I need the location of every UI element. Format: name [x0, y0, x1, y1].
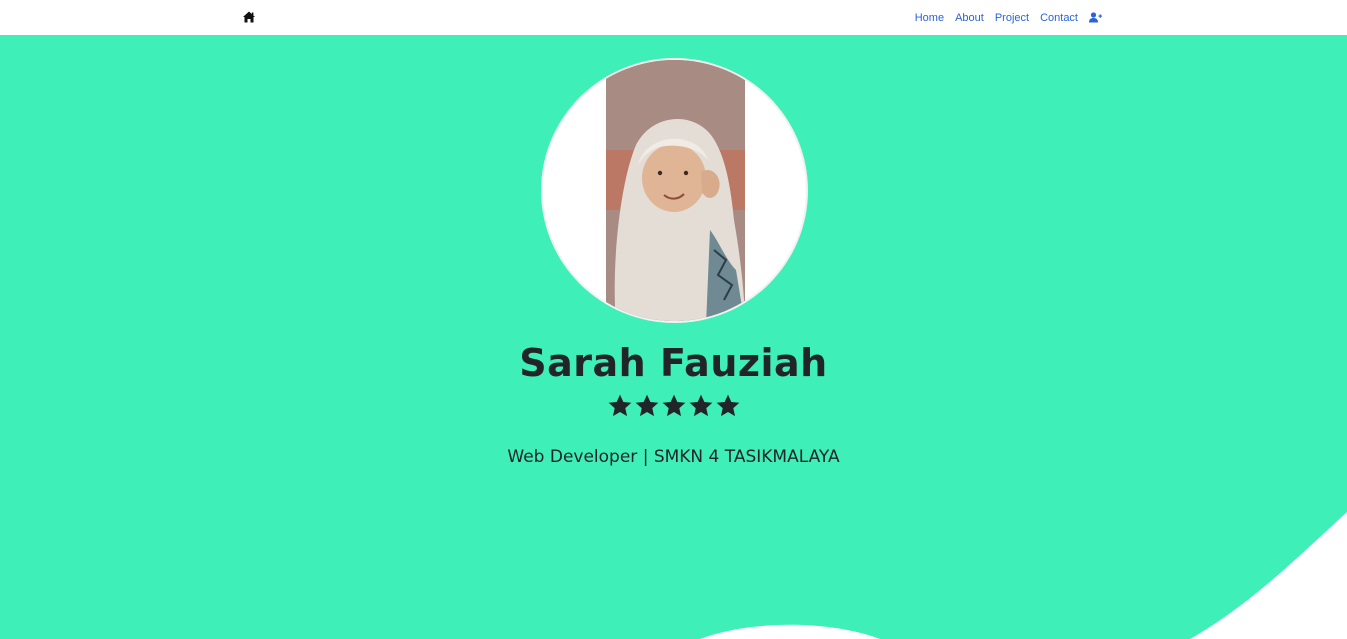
- profile-subtitle: Web Developer | SMKN 4 TASIKMALAYA: [507, 447, 840, 467]
- star-icon: [607, 393, 633, 419]
- navbar: Home About Project Contact: [0, 0, 1347, 35]
- nav-link-about[interactable]: About: [955, 12, 984, 24]
- profile-photo: [606, 60, 745, 321]
- avatar: [541, 58, 808, 323]
- user-plus-icon[interactable]: [1089, 12, 1102, 23]
- hero-section: Sarah Fauziah Web Developer | SMKN 4 TAS…: [0, 35, 1347, 639]
- star-icon: [661, 393, 687, 419]
- nav-link-contact[interactable]: Contact: [1040, 12, 1078, 24]
- home-icon[interactable]: [242, 9, 256, 23]
- nav-link-project[interactable]: Project: [995, 12, 1029, 24]
- nav-link-home[interactable]: Home: [915, 12, 944, 24]
- nav-menu: Home About Project Contact: [915, 0, 1102, 35]
- profile-name: Sarah Fauziah: [519, 341, 828, 385]
- rating-stars: [607, 393, 741, 421]
- star-icon: [634, 393, 660, 419]
- star-icon: [688, 393, 714, 419]
- star-icon: [715, 393, 741, 419]
